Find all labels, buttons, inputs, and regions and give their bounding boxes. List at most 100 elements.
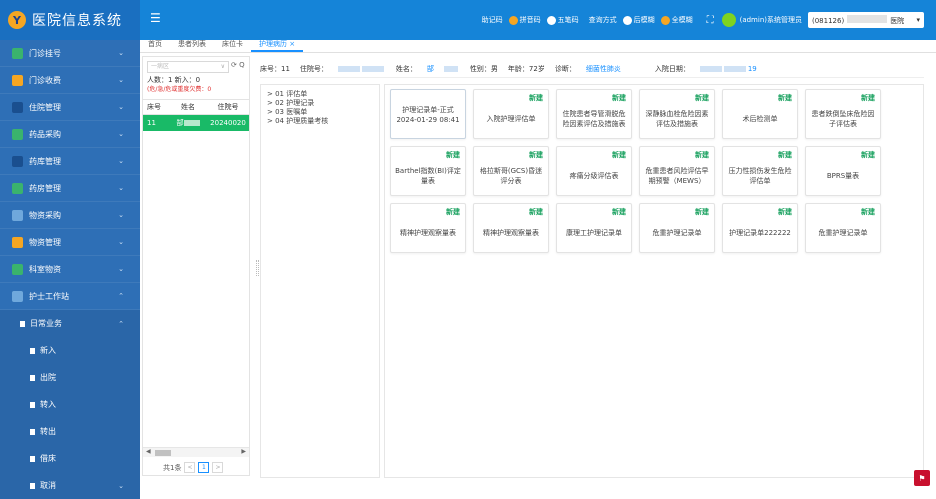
sidebar-item-label: 物资管理 [29, 237, 61, 247]
new-badge[interactable]: 新建 [778, 93, 792, 103]
new-badge[interactable]: 新建 [861, 150, 875, 160]
panel-splitter[interactable] [256, 260, 259, 276]
radio-wubi-label[interactable]: 五笔码 [558, 15, 579, 25]
current-user[interactable]: (admin)系统管理员 [740, 15, 802, 25]
record-card-title: BPRS量表 [826, 172, 860, 180]
record-card[interactable]: 护理记录单-正式 2024-01-29 08:41 [390, 89, 466, 139]
radio-pinyin-label[interactable]: 拼音码 [520, 15, 541, 25]
new-badge[interactable]: 新建 [695, 93, 709, 103]
material-icon [12, 236, 23, 248]
sidebar-item-material-purchase[interactable]: 物资采购 ⌄ [0, 202, 140, 229]
record-card[interactable]: 新建 格拉斯哥(GCS)昏迷评分表 [473, 146, 549, 196]
new-badge[interactable]: 新建 [529, 150, 543, 160]
radio-pinyin[interactable] [508, 15, 518, 25]
record-card[interactable]: 新建 危重护理记录单 [639, 203, 715, 253]
sidebar-item-dept-material[interactable]: 科室物资 ⌄ [0, 256, 140, 283]
department-select[interactable]: (081126) 医院 ▾ [808, 12, 924, 28]
record-card[interactable]: 新建 术后检测单 [722, 89, 798, 139]
chevron-down-icon: ⌄ [118, 238, 124, 246]
record-card[interactable]: 新建 住院患者导管滑脱危险因素评估及措施表 [556, 89, 632, 139]
pager-prev-button[interactable]: < [184, 462, 196, 473]
record-card[interactable]: 新建 危重患者风险评估早期预警（MEWS） [639, 146, 715, 196]
info-diagnosis: 诊断： 细菌性肺炎 [555, 64, 631, 74]
tab-home[interactable]: 首页 [140, 39, 170, 52]
app-title: 医院信息系统 [32, 13, 122, 29]
new-badge[interactable]: 新建 [695, 207, 709, 217]
record-card[interactable]: 新建 康理工护理记录单 [556, 203, 632, 253]
record-card[interactable]: 新建 患者跌倒坠床危险因子评估表 [805, 89, 881, 139]
ward-select-value: 一病区 [151, 63, 170, 70]
sidebar-sub-borrow-bed[interactable]: 借床 [0, 445, 140, 472]
sidebar-item-inpatient-management[interactable]: 住院管理 ⌄ [0, 94, 140, 121]
info-inpatient: 住院号： [300, 64, 386, 74]
sidebar-item-nurse-station[interactable]: 护士工作站 ⌃ [0, 283, 140, 310]
radio-suffix-fuzzy[interactable] [622, 15, 632, 25]
sidebar-item-label: 药品采购 [29, 129, 61, 139]
info-age: 年龄：72岁 [507, 64, 545, 73]
record-card[interactable]: 新建 深静脉血栓危险因素评估及措施表 [639, 89, 715, 139]
radio-full-fuzzy-label[interactable]: 全模糊 [672, 15, 693, 25]
record-card[interactable]: 新建 压力性损伤发生危险评估单 [722, 146, 798, 196]
tree-node-quality[interactable]: > 04 护理质量考核 [267, 116, 328, 126]
fullscreen-icon[interactable]: ⛶ [707, 15, 714, 26]
chevron-down-icon: ▾ [916, 16, 920, 24]
sidebar-item-material-management[interactable]: 物资管理 ⌄ [0, 229, 140, 256]
sidebar-item-outpatient-registration[interactable]: 门诊挂号 ⌄ [0, 40, 140, 67]
tab-patient-list[interactable]: 患者列表 [170, 39, 214, 52]
flag-icon[interactable]: ⚑ [914, 470, 930, 486]
sidebar-item-outpatient-cashier[interactable]: 门诊收费 ⌄ [0, 67, 140, 94]
new-badge[interactable]: 新建 [612, 150, 626, 160]
new-badge[interactable]: 新建 [529, 207, 543, 217]
scroll-thumb[interactable] [155, 450, 171, 456]
sidebar-sub-discharge[interactable]: 出院 [0, 364, 140, 391]
new-badge[interactable]: 新建 [861, 207, 875, 217]
patient-name: 郜 [176, 119, 184, 127]
tab-nursing-record[interactable]: 护理病历 × [251, 39, 304, 52]
new-badge[interactable]: 新建 [529, 93, 543, 103]
record-card[interactable]: 新建 精神护理观察量表 [390, 203, 466, 253]
refresh-search-icons[interactable]: ⟳ Q [231, 61, 245, 69]
record-card[interactable]: 新建 危重护理记录单 [805, 203, 881, 253]
new-badge[interactable]: 新建 [446, 207, 460, 217]
pager-total: 共1条 [163, 463, 182, 472]
radio-wubi[interactable] [546, 15, 556, 25]
new-badge[interactable]: 新建 [695, 150, 709, 160]
record-card[interactable]: 新建疼痛分级评估表 [556, 146, 632, 196]
table-row[interactable]: 11 郜 20240020 [143, 115, 249, 131]
sidebar-group-daily[interactable]: 日常业务 ⌃ [0, 310, 140, 337]
new-badge[interactable]: 新建 [778, 207, 792, 217]
pager-next-button[interactable]: > [212, 462, 224, 473]
radio-suffix-fuzzy-label[interactable]: 后模糊 [634, 15, 655, 25]
sidebar-item-drug-purchase[interactable]: 药品采购 ⌄ [0, 121, 140, 148]
scroll-left-icon[interactable]: ◀ [146, 448, 151, 455]
sidebar-sub-cancel[interactable]: 取消 ⌄ [0, 472, 140, 499]
record-card[interactable]: 新建 护理记录单222222 [722, 203, 798, 253]
record-card[interactable]: 新建 精神护理观察量表 [473, 203, 549, 253]
record-card-title: 疼痛分级评估表 [569, 172, 619, 180]
chevron-down-icon: ⌄ [118, 265, 124, 273]
avatar[interactable] [721, 13, 736, 27]
new-badge[interactable]: 新建 [612, 207, 626, 217]
menu-toggle-icon[interactable]: ☰ [150, 12, 162, 24]
horizontal-scrollbar[interactable]: ◀ ▶ [143, 447, 249, 457]
record-card[interactable]: 新建 BPRS量表 [805, 146, 881, 196]
tab-bed-card[interactable]: 床位卡 [214, 39, 251, 52]
scroll-right-icon[interactable]: ▶ [241, 448, 246, 455]
sidebar-sub-transfer-in[interactable]: 转入 [0, 391, 140, 418]
pager-page-1[interactable]: 1 [198, 462, 210, 473]
sidebar-sub-new-admit[interactable]: 新入 [0, 337, 140, 364]
radio-full-fuzzy[interactable] [660, 15, 670, 25]
new-badge[interactable]: 新建 [612, 93, 626, 103]
new-badge[interactable]: 新建 [778, 150, 792, 160]
sidebar-sub-transfer-out[interactable]: 转出 [0, 418, 140, 445]
record-card[interactable]: 新建 Barthel指数(BI)评定量表 [390, 146, 466, 196]
new-badge[interactable]: 新建 [861, 93, 875, 103]
sidebar-item-pharmacy[interactable]: 药房管理 ⌄ [0, 175, 140, 202]
new-badge[interactable]: 新建 [446, 150, 460, 160]
info-admit-suffix: 19 [747, 64, 757, 73]
close-icon[interactable]: × [289, 40, 295, 48]
doc-icon [30, 482, 35, 489]
ward-select[interactable]: 一病区 ∨ [147, 61, 229, 73]
sidebar-item-drug-store[interactable]: 药库管理 ⌄ [0, 148, 140, 175]
record-card[interactable]: 新建 入院护理评估单 [473, 89, 549, 139]
